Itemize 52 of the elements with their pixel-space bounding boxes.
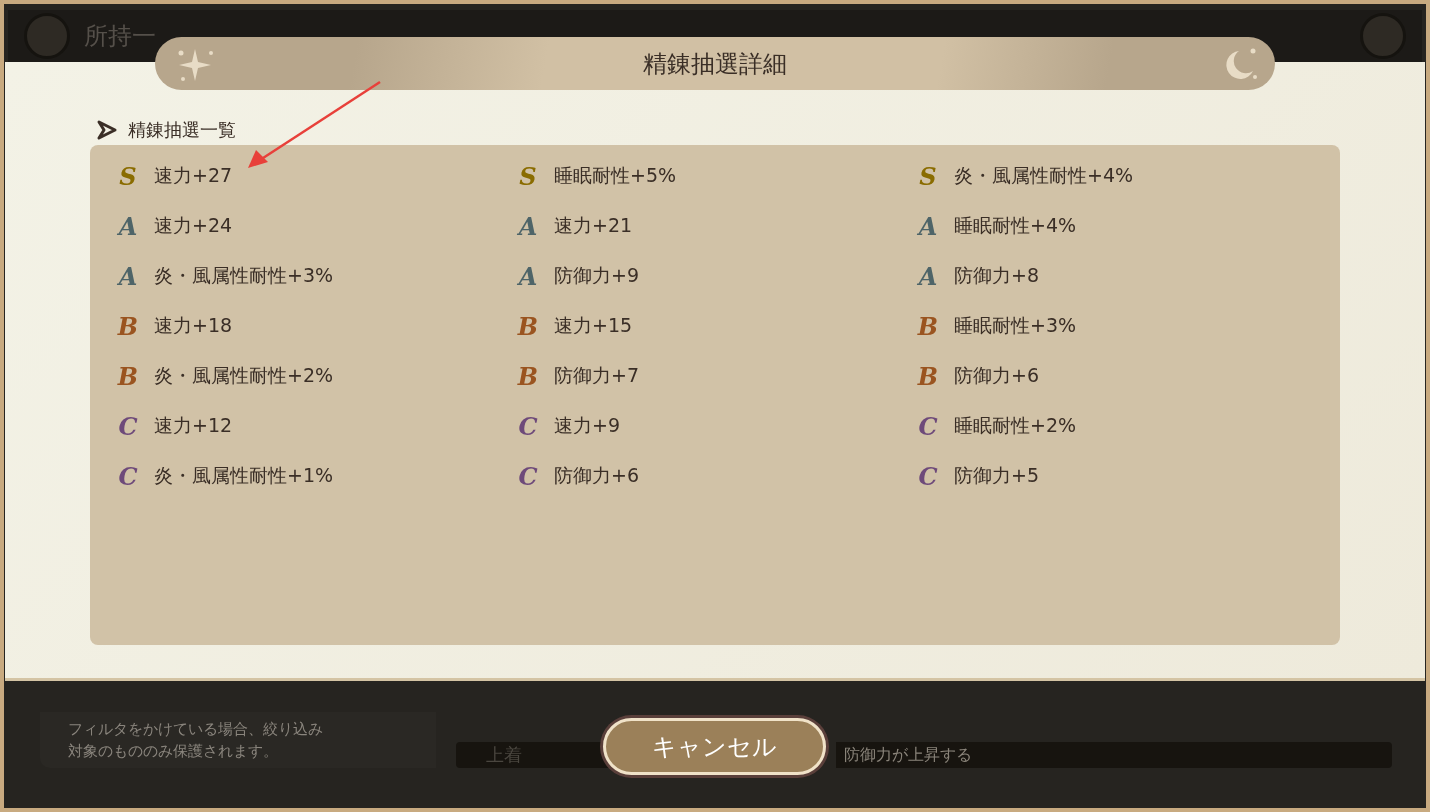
- rank-letter: A: [516, 211, 539, 241]
- stat-text: 睡眠耐性+3%: [954, 313, 1077, 338]
- rank-letter: C: [117, 461, 139, 491]
- effect-text: 防御力が上昇する: [844, 744, 972, 766]
- stat-text: 速力+24: [154, 213, 233, 238]
- rank-letter: C: [917, 411, 939, 441]
- rank-letter: C: [917, 461, 939, 491]
- back-button[interactable]: [24, 13, 70, 59]
- rank-letter: C: [517, 461, 539, 491]
- rank-letter: C: [117, 411, 139, 441]
- stat-text: 防御力+6: [554, 463, 639, 488]
- diamond-icon: [96, 119, 118, 141]
- stat-text: 速力+9: [554, 413, 620, 438]
- rank-letter: B: [516, 311, 540, 341]
- rank-letter: B: [116, 311, 140, 341]
- rank-letter: S: [518, 161, 538, 191]
- stat-text: 速力+15: [554, 313, 633, 338]
- rank-letter: B: [916, 311, 940, 341]
- stat-text: 速力+12: [154, 413, 233, 438]
- rank-letter: S: [118, 161, 138, 191]
- stat-text: 防御力+7: [554, 363, 639, 388]
- rank-letter: B: [516, 361, 540, 391]
- stat-text: 防御力+6: [954, 363, 1039, 388]
- stat-text: 炎・風属性耐性+1%: [154, 463, 334, 488]
- stat-text: 睡眠耐性+4%: [954, 213, 1077, 238]
- rank-letter: C: [517, 411, 539, 441]
- rank-letter: A: [916, 261, 939, 291]
- notice-text: 対象のもののみ保護されます。: [68, 741, 279, 762]
- rank-letter: B: [116, 361, 140, 391]
- stat-text: 防御力+9: [554, 263, 639, 288]
- stat-text: 速力+18: [154, 313, 233, 338]
- screen-title: 所持一: [84, 21, 156, 52]
- stat-text: 防御力+8: [954, 263, 1039, 288]
- rank-letter: B: [916, 361, 940, 391]
- rank-letter: A: [116, 261, 139, 291]
- stat-text: 炎・風属性耐性+2%: [154, 363, 334, 388]
- stat-text: 炎・風属性耐性+3%: [154, 263, 334, 288]
- cancel-button[interactable]: キャンセル: [603, 718, 826, 775]
- menu-button[interactable]: [1360, 13, 1406, 59]
- stat-text: 睡眠耐性+2%: [954, 413, 1077, 438]
- dialog-title: 精錬抽選詳細: [643, 48, 787, 80]
- rank-letter: A: [116, 211, 139, 241]
- rank-letter: A: [516, 261, 539, 291]
- stat-text: 防御力+5: [954, 463, 1039, 488]
- rank-letter: A: [916, 211, 939, 241]
- rank-letter: S: [918, 161, 938, 191]
- notice-text: フィルタをかけている場合、絞り込み: [68, 719, 324, 740]
- stat-text: 炎・風属性耐性+4%: [954, 163, 1134, 188]
- section-label: 精錬抽選一覧: [128, 118, 236, 142]
- stat-text: 速力+21: [554, 213, 633, 238]
- stat-text: 睡眠耐性+5%: [554, 163, 677, 188]
- stat-text: 速力+27: [154, 163, 233, 188]
